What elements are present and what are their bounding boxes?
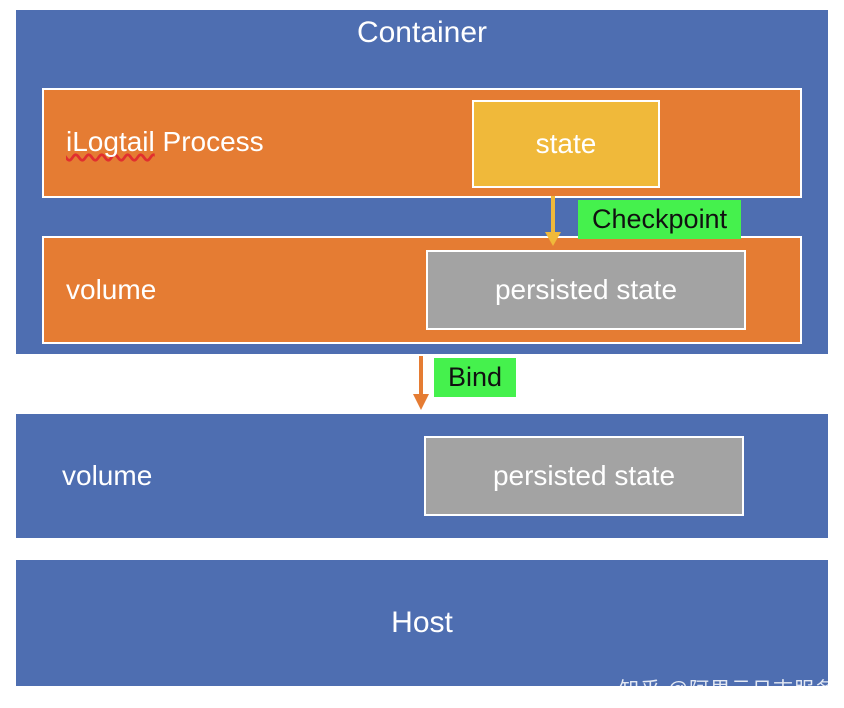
host-label: Host [391, 606, 453, 640]
attribution-text: 知乎 @阿里云日志服务 [619, 673, 836, 702]
container-box: Container iLogtail Process state volume … [14, 8, 830, 356]
container-title: Container [16, 16, 828, 50]
container-persisted-state-box: persisted state [426, 250, 746, 330]
checkpoint-arrow [540, 196, 566, 246]
checkpoint-label-box: Checkpoint [578, 200, 741, 239]
container-volume-box: volume persisted state [42, 236, 802, 344]
ilogtail-process-box: iLogtail Process state [42, 88, 802, 198]
diagram-canvas: Container iLogtail Process state volume … [0, 0, 844, 708]
host-volume-box: volume persisted state [14, 412, 830, 540]
host-persisted-state-box: persisted state [424, 436, 744, 516]
host-volume-label: volume [62, 460, 152, 492]
bind-label-box: Bind [434, 358, 516, 397]
ilogtail-word: iLogtail [66, 126, 155, 157]
host-persisted-state-label: persisted state [493, 460, 675, 492]
bind-arrow [408, 356, 434, 410]
container-volume-label: volume [66, 274, 156, 306]
state-label: state [536, 128, 597, 160]
container-persisted-state-label: persisted state [495, 274, 677, 306]
process-word: Process [155, 126, 264, 157]
state-box: state [472, 100, 660, 188]
bind-label: Bind [448, 362, 502, 392]
checkpoint-label: Checkpoint [592, 204, 727, 234]
host-box: Host [14, 558, 830, 688]
ilogtail-process-label: iLogtail Process [66, 126, 264, 158]
